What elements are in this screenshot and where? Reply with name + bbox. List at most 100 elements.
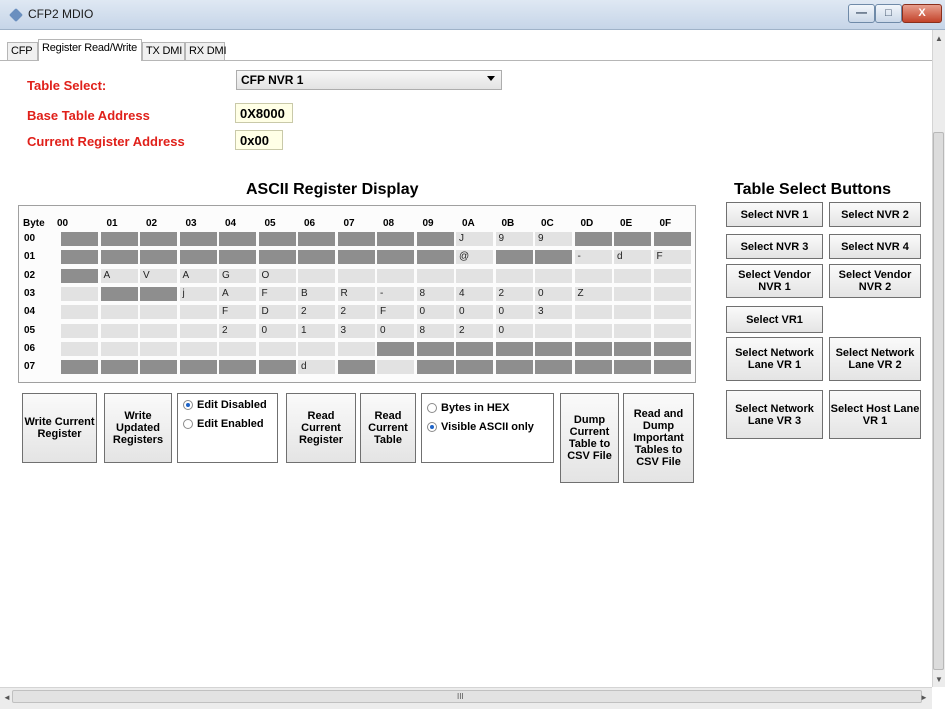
register-cell[interactable] bbox=[61, 341, 98, 356]
register-cell[interactable]: 0 bbox=[495, 323, 533, 338]
maximize-button[interactable]: □ bbox=[875, 4, 902, 23]
edit-enabled-radio[interactable]: Edit Enabled bbox=[183, 418, 264, 430]
register-cell[interactable] bbox=[61, 286, 98, 301]
register-cell[interactable] bbox=[614, 286, 651, 301]
register-cell[interactable]: 2 bbox=[219, 323, 256, 338]
register-cell[interactable]: B bbox=[298, 286, 335, 301]
select-host-lane-vr1-button[interactable]: Select Host Lane VR 1 bbox=[829, 390, 921, 439]
register-cell[interactable] bbox=[100, 286, 138, 301]
register-cell[interactable]: 0 bbox=[416, 305, 454, 320]
register-cell[interactable] bbox=[535, 360, 572, 375]
register-cell[interactable] bbox=[377, 268, 414, 283]
select-network-lane-vr1-button[interactable]: Select Network Lane VR 1 bbox=[726, 337, 823, 381]
register-cell[interactable] bbox=[140, 286, 177, 301]
scroll-down-icon[interactable]: ▼ bbox=[935, 675, 943, 684]
register-cell[interactable] bbox=[100, 250, 138, 265]
register-cell[interactable]: 8 bbox=[416, 323, 454, 338]
read-current-register-button[interactable]: Read Current Register bbox=[286, 393, 356, 463]
register-cell[interactable]: d bbox=[614, 250, 651, 265]
register-cell[interactable]: 0 bbox=[535, 286, 572, 301]
register-cell[interactable]: G bbox=[219, 268, 256, 283]
register-cell[interactable] bbox=[140, 323, 177, 338]
register-cell[interactable] bbox=[179, 305, 217, 320]
register-cell[interactable]: - bbox=[574, 250, 612, 265]
register-cell[interactable]: 4 bbox=[456, 286, 493, 301]
register-cell[interactable]: @ bbox=[456, 250, 493, 265]
register-cell[interactable] bbox=[653, 360, 691, 375]
select-vr1-button[interactable]: Select VR1 bbox=[726, 306, 823, 333]
current-register-field[interactable]: 0x00 bbox=[235, 130, 283, 150]
register-cell[interactable] bbox=[456, 360, 493, 375]
register-cell[interactable]: F bbox=[219, 305, 256, 320]
register-cell[interactable] bbox=[653, 268, 691, 283]
register-cell[interactable] bbox=[100, 232, 138, 246]
register-cell[interactable]: 2 bbox=[456, 323, 493, 338]
select-nvr2-button[interactable]: Select NVR 2 bbox=[829, 202, 921, 227]
register-cell[interactable]: 2 bbox=[495, 286, 533, 301]
tab-cfp[interactable]: CFP bbox=[7, 42, 38, 60]
select-vendor-nvr2-button[interactable]: Select Vendor NVR 2 bbox=[829, 264, 921, 298]
register-cell[interactable]: A bbox=[179, 268, 217, 283]
scroll-right-icon[interactable]: ► bbox=[920, 693, 928, 702]
register-cell[interactable] bbox=[377, 250, 414, 265]
select-nvr4-button[interactable]: Select NVR 4 bbox=[829, 234, 921, 259]
register-cell[interactable] bbox=[495, 268, 533, 283]
register-cell[interactable] bbox=[179, 232, 217, 246]
register-cell[interactable] bbox=[416, 268, 454, 283]
register-cell[interactable] bbox=[179, 360, 217, 375]
select-nvr1-button[interactable]: Select NVR 1 bbox=[726, 202, 823, 227]
tab-register-read-write[interactable]: Register Read/Write bbox=[38, 39, 142, 61]
register-cell[interactable]: j bbox=[179, 286, 217, 301]
register-cell[interactable] bbox=[614, 341, 651, 356]
register-cell[interactable]: 1 bbox=[298, 323, 335, 338]
register-cell[interactable]: 9 bbox=[535, 232, 572, 246]
register-cell[interactable]: 2 bbox=[298, 305, 335, 320]
register-cell[interactable]: Z bbox=[574, 286, 612, 301]
register-cell[interactable] bbox=[219, 250, 256, 265]
register-cell[interactable] bbox=[179, 341, 217, 356]
dump-important-tables-button[interactable]: Read and Dump Important Tables to CSV Fi… bbox=[623, 393, 694, 483]
register-cell[interactable] bbox=[100, 341, 138, 356]
register-cell[interactable] bbox=[61, 268, 98, 283]
register-cell[interactable] bbox=[258, 341, 296, 356]
register-cell[interactable] bbox=[258, 360, 296, 375]
register-cell[interactable] bbox=[61, 323, 98, 338]
register-cell[interactable] bbox=[456, 341, 493, 356]
register-cell[interactable] bbox=[416, 232, 454, 246]
register-cell[interactable]: d bbox=[298, 360, 335, 375]
vertical-scroll-thumb[interactable] bbox=[933, 132, 944, 670]
register-cell[interactable] bbox=[535, 323, 572, 338]
select-nvr3-button[interactable]: Select NVR 3 bbox=[726, 234, 823, 259]
register-cell[interactable] bbox=[574, 341, 612, 356]
register-cell[interactable] bbox=[61, 232, 98, 246]
register-cell[interactable] bbox=[140, 250, 177, 265]
edit-disabled-radio[interactable]: Edit Disabled bbox=[183, 399, 267, 411]
register-cell[interactable]: 0 bbox=[377, 323, 414, 338]
register-cell[interactable] bbox=[653, 341, 691, 356]
register-cell[interactable] bbox=[416, 360, 454, 375]
register-cell[interactable]: 3 bbox=[337, 323, 375, 338]
register-cell[interactable] bbox=[100, 360, 138, 375]
register-cell[interactable] bbox=[61, 305, 98, 320]
register-cell[interactable] bbox=[298, 268, 335, 283]
table-select-dropdown[interactable]: CFP NVR 1 bbox=[236, 70, 502, 90]
register-cell[interactable] bbox=[140, 305, 177, 320]
register-cell[interactable] bbox=[574, 360, 612, 375]
register-cell[interactable] bbox=[535, 268, 572, 283]
tab-rx-dmi[interactable]: RX DMI bbox=[185, 42, 227, 60]
register-cell[interactable] bbox=[219, 360, 256, 375]
register-cell[interactable]: A bbox=[219, 286, 256, 301]
register-cell[interactable] bbox=[140, 360, 177, 375]
register-cell[interactable]: - bbox=[377, 286, 414, 301]
register-cell[interactable] bbox=[574, 268, 612, 283]
register-cell[interactable]: J bbox=[456, 232, 493, 246]
register-cell[interactable] bbox=[574, 232, 612, 246]
dump-current-table-button[interactable]: Dump Current Table to CSV File bbox=[560, 393, 619, 483]
register-cell[interactable] bbox=[535, 250, 572, 265]
register-cell[interactable] bbox=[614, 323, 651, 338]
register-cell[interactable] bbox=[61, 250, 98, 265]
register-cell[interactable] bbox=[298, 232, 335, 246]
register-cell[interactable] bbox=[100, 305, 138, 320]
register-cell[interactable] bbox=[219, 341, 256, 356]
register-cell[interactable] bbox=[337, 341, 375, 356]
